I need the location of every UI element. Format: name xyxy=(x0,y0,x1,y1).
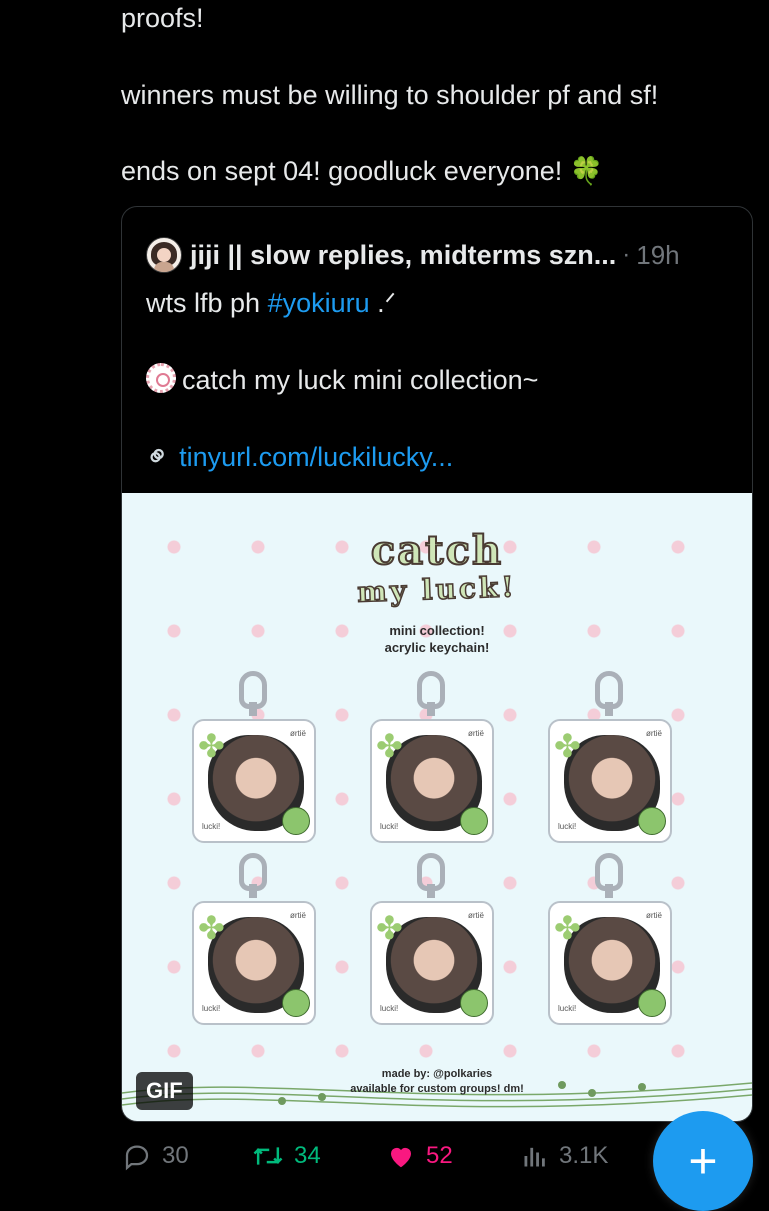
quoted-text-prefix: wts lfb ph xyxy=(146,288,268,318)
link-icon: ⚭ xyxy=(137,436,179,478)
quoted-text-suffix: .ᐟ xyxy=(369,288,397,318)
custom-groups-note: available for custom groups! dm! xyxy=(350,1083,524,1095)
compose-button[interactable]: + xyxy=(653,1111,753,1211)
reply-count: 30 xyxy=(162,1142,189,1169)
quoted-text-line-2: catch my luck mini collection~ xyxy=(146,363,538,396)
quoted-timestamp[interactable]: 19h xyxy=(636,240,679,271)
promo-gif-media[interactable]: catch my luck! mini collection! acrylic … xyxy=(122,493,752,1121)
tweet-text-line-3: ends on sept 04! goodluck everyone! 🍀 xyxy=(121,156,604,186)
tweet-text-line-2: winners must be willing to shoulder pf a… xyxy=(121,80,659,110)
keychain-tag-bottom: lucki! xyxy=(558,1004,577,1013)
tinyurl-link[interactable]: tinyurl.com/luckilucky... xyxy=(179,442,453,472)
keychain-tag-top: ørtië xyxy=(646,729,662,738)
collection-text: catch my luck mini collection~ xyxy=(182,365,539,395)
quoted-text-line-1: wts lfb ph #yokiuru .ᐟ xyxy=(146,287,396,319)
avatar[interactable] xyxy=(146,237,182,273)
tweet-text-line-1: proofs! xyxy=(121,3,204,33)
quoted-tweet-header: jiji || slow replies, midterms szn... · … xyxy=(146,235,680,275)
reply-button[interactable]: 30 xyxy=(122,1138,189,1174)
reply-icon xyxy=(125,1145,149,1171)
keychain-6: ✤ ørtië lucki! xyxy=(548,853,672,1025)
apple-icon xyxy=(282,807,310,835)
keychain-2: ✤ ørtië lucki! xyxy=(370,671,494,843)
retweet-count: 34 xyxy=(294,1142,321,1169)
views-count: 3.1K xyxy=(559,1142,609,1169)
keychain-tag-bottom: lucki! xyxy=(202,822,221,831)
keychain-ring-icon xyxy=(239,671,267,716)
quoted-tweet-card[interactable]: jiji || slow replies, midterms szn... · … xyxy=(121,206,753,1122)
keychain-3: ✤ ørtië lucki! xyxy=(548,671,672,843)
keychain-tag-top: ørtië xyxy=(290,729,306,738)
keychain-tag-bottom: lucki! xyxy=(558,822,577,831)
quoted-text-line-3: ⚭tinyurl.com/luckilucky... xyxy=(138,436,454,477)
gif-badge[interactable]: GIF xyxy=(136,1072,193,1110)
heart-icon xyxy=(391,1147,411,1168)
apple-icon xyxy=(282,989,310,1017)
keychain-ring-icon xyxy=(417,853,445,898)
keychain-ring-icon xyxy=(417,671,445,716)
apple-icon xyxy=(638,807,666,835)
keychain-tag-bottom: lucki! xyxy=(380,1004,399,1013)
like-count: 52 xyxy=(426,1142,453,1169)
narutomaki-swirl-icon xyxy=(146,363,176,393)
views-icon xyxy=(524,1147,545,1167)
quoted-author-name[interactable]: jiji || slow replies, midterms szn... xyxy=(190,240,616,271)
keychain-tag-top: ørtië xyxy=(468,911,484,920)
clover-icon: ✤ xyxy=(554,910,581,946)
keychain-tag-bottom: lucki! xyxy=(202,1004,221,1013)
retweet-button[interactable]: 34 xyxy=(252,1138,321,1174)
apple-icon xyxy=(638,989,666,1017)
promo-subtitle-1: mini collection! xyxy=(389,623,485,638)
keychain-tag-bottom: lucki! xyxy=(380,822,399,831)
keychain-ring-icon xyxy=(239,853,267,898)
hashtag-link[interactable]: #yokiuru xyxy=(268,288,370,318)
keychain-5: ✤ ørtië lucki! xyxy=(370,853,494,1025)
keychain-ring-icon xyxy=(595,853,623,898)
apple-icon xyxy=(460,807,488,835)
promo-subtitle-2: acrylic keychain! xyxy=(384,640,490,655)
keychain-ring-icon xyxy=(595,671,623,716)
apple-icon xyxy=(460,989,488,1017)
keychain-1: ✤ ørtië lucki! xyxy=(192,671,316,843)
clover-icon: ✤ xyxy=(376,910,403,946)
views-button[interactable]: 3.1K xyxy=(521,1138,608,1174)
keychain-tag-top: ørtië xyxy=(646,911,662,920)
retweet-icon xyxy=(253,1147,283,1165)
clover-icon: ✤ xyxy=(376,728,403,764)
keychain-4: ✤ ørtië lucki! xyxy=(192,853,316,1025)
clover-icon: ✤ xyxy=(198,910,225,946)
clover-icon: ✤ xyxy=(198,728,225,764)
keychain-tag-top: ørtië xyxy=(468,729,484,738)
keychain-tag-top: ørtië xyxy=(290,911,306,920)
clover-icon: ✤ xyxy=(554,728,581,764)
like-button[interactable]: 52 xyxy=(386,1138,453,1174)
header-separator: · xyxy=(622,241,631,268)
made-by-credit: made by: @polkaries xyxy=(381,1068,493,1080)
